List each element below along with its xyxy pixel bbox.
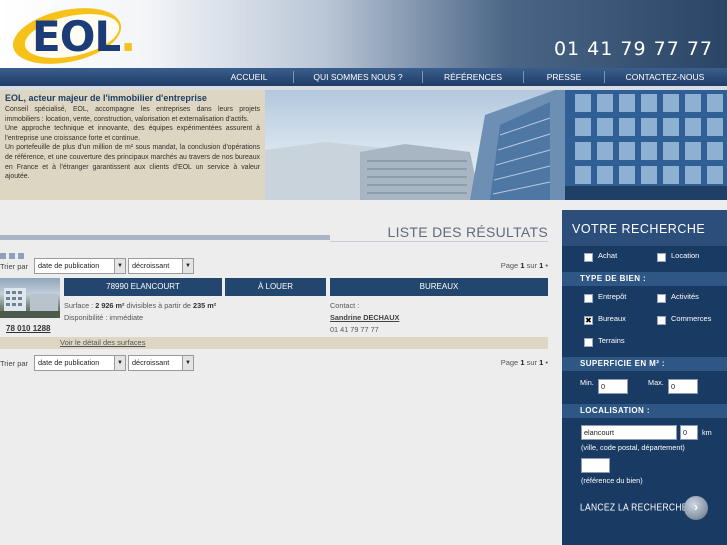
header-phone: 01 41 79 77 77 xyxy=(553,38,713,60)
sort-field-value: date de publication xyxy=(38,261,100,270)
pager-top: Page 1 sur 1 • xyxy=(500,261,548,270)
building-photo xyxy=(0,288,60,318)
property-type: BUREAUX xyxy=(330,278,548,296)
reference-input[interactable] xyxy=(581,458,610,473)
search-panel-title: VOTRE RECHERCHE xyxy=(562,210,727,246)
checkbox-commerces[interactable] xyxy=(657,316,666,325)
chevron-down-icon: ▼ xyxy=(114,259,125,273)
intro-box: EOL, acteur majeur de l'immobilier d'ent… xyxy=(0,90,265,200)
banner-image-office-towers xyxy=(265,90,727,200)
city-input[interactable]: elancourt xyxy=(581,425,677,440)
sort-row-bottom: Trier par date de publication ▼ décroiss… xyxy=(0,355,548,373)
main-nav: ACCUEIL QUI SOMMES NOUS ? RÉFÉRENCES PRE… xyxy=(0,68,727,86)
surface-min-input[interactable]: 0 xyxy=(598,379,628,394)
label-location: Location xyxy=(671,251,700,260)
contact-name-link[interactable]: Sandrine DECHAUX xyxy=(330,312,399,324)
launch-search-label: LANCEZ LA RECHERCHE xyxy=(580,501,688,513)
sort-order-value: décroissant xyxy=(132,261,170,270)
nav-contactez-nous[interactable]: CONTACTEZ-NOUS xyxy=(605,68,725,86)
search-panel: VOTRE RECHERCHE Achat Location TYPE DE B… xyxy=(562,210,727,545)
page: EOL. 01 41 79 77 77 ACCUEIL QUI SOMMES N… xyxy=(0,0,727,545)
checkbox-entrepot[interactable] xyxy=(584,294,593,303)
radius-km-input[interactable]: 0 xyxy=(680,425,698,440)
intro-paragraph-3: Un portefeuille de plus d'un million de … xyxy=(5,144,260,181)
sort-field-select[interactable]: date de publication ▼ xyxy=(34,258,126,274)
property-transaction: À LOUER xyxy=(225,278,326,296)
sort-order-select[interactable]: décroissant ▼ xyxy=(128,355,194,371)
checkbox-activites[interactable] xyxy=(657,294,666,303)
sort-order-select[interactable]: décroissant ▼ xyxy=(128,258,194,274)
label-commerces: Commerces xyxy=(671,314,712,323)
sort-field-select[interactable]: date de publication ▼ xyxy=(34,355,126,371)
view-surfaces-link[interactable]: Voir le détail des surfaces xyxy=(60,338,145,347)
sort-field-value: date de publication xyxy=(38,358,100,367)
arrow-right-icon[interactable]: › xyxy=(684,496,708,520)
header: EOL. 01 41 79 77 77 xyxy=(0,0,727,68)
label-bureaux: Bureaux xyxy=(598,314,626,323)
intro-paragraph-2: Une approche technique et innovante, des… xyxy=(5,125,260,142)
reference-hint: (référence du bien) xyxy=(581,476,643,485)
checkbox-achat[interactable] xyxy=(584,253,593,262)
property-surface: Surface : 2 926 m² divisibles à partir d… xyxy=(64,301,217,310)
label-activites: Activités xyxy=(671,292,699,301)
logo-wordmark: EOL. xyxy=(32,12,136,61)
max-label: Max. xyxy=(648,378,664,387)
property-info: Surface : 2 926 m² divisibles à partir d… xyxy=(64,300,216,324)
property-location[interactable]: 78990 ELANCOURT xyxy=(64,278,222,296)
intro-paragraph-1: Conseil spécialisé, EOL, accompagne les … xyxy=(5,106,260,123)
nav-presse[interactable]: PRESSE xyxy=(524,68,604,86)
intro-title: EOL, acteur majeur de l'immobilier d'ent… xyxy=(5,93,207,103)
office-towers-illustration xyxy=(265,90,727,200)
chevron-down-icon: ▼ xyxy=(114,356,125,370)
label-entrepot: Entrepôt xyxy=(598,292,627,301)
km-label: km xyxy=(702,428,712,437)
launch-search-button[interactable]: LANCEZ LA RECHERCHE › xyxy=(562,496,727,520)
results-title: LISTE DES RÉSULTATS xyxy=(330,224,548,242)
section-type-de-bien: TYPE DE BIEN : xyxy=(562,272,727,286)
sort-label: Trier par xyxy=(0,262,29,271)
detail-bar: Voir le détail des surfaces xyxy=(0,337,548,349)
checkbox-bureaux[interactable]: ✖ xyxy=(584,316,593,325)
property-thumbnail[interactable] xyxy=(0,278,60,318)
checkbox-terrains[interactable] xyxy=(584,338,593,347)
label-achat: Achat xyxy=(598,251,618,260)
section-superficie: SUPERFICIE EN M² : xyxy=(562,357,727,371)
nav-qui-sommes-nous[interactable]: QUI SOMMES NOUS ? xyxy=(294,68,422,86)
checkbox-location[interactable] xyxy=(657,253,666,262)
property-reference-link[interactable]: 78 010 1288 xyxy=(6,324,51,333)
chevron-down-icon: ▼ xyxy=(182,259,193,273)
contact-phone: 01 41 79 77 77 xyxy=(330,325,379,334)
eol-logo[interactable]: EOL. xyxy=(7,0,136,68)
property-contact: Contact : Sandrine DECHAUX 01 41 79 77 7… xyxy=(330,300,399,336)
property-availability: Disponibilité : immédiate xyxy=(64,313,144,322)
pager-bottom: Page 1 sur 1 • xyxy=(500,358,548,367)
chevron-down-icon: ▼ xyxy=(182,356,193,370)
contact-label: Contact : xyxy=(330,301,360,310)
min-label: Min. xyxy=(580,378,594,387)
nav-references[interactable]: RÉFÉRENCES xyxy=(423,68,523,86)
surface-max-input[interactable]: 0 xyxy=(668,379,698,394)
label-terrains: Terrains xyxy=(598,336,625,345)
results-title-bar xyxy=(0,235,330,240)
city-hint: (ville, code postal, département) xyxy=(581,443,685,452)
sort-label: Trier par xyxy=(0,359,29,368)
nav-accueil[interactable]: ACCUEIL xyxy=(205,68,293,86)
section-localisation: LOCALISATION : xyxy=(562,404,727,418)
sort-order-value: décroissant xyxy=(132,358,170,367)
sort-row-top: Trier par date de publication ▼ décroiss… xyxy=(0,258,548,276)
